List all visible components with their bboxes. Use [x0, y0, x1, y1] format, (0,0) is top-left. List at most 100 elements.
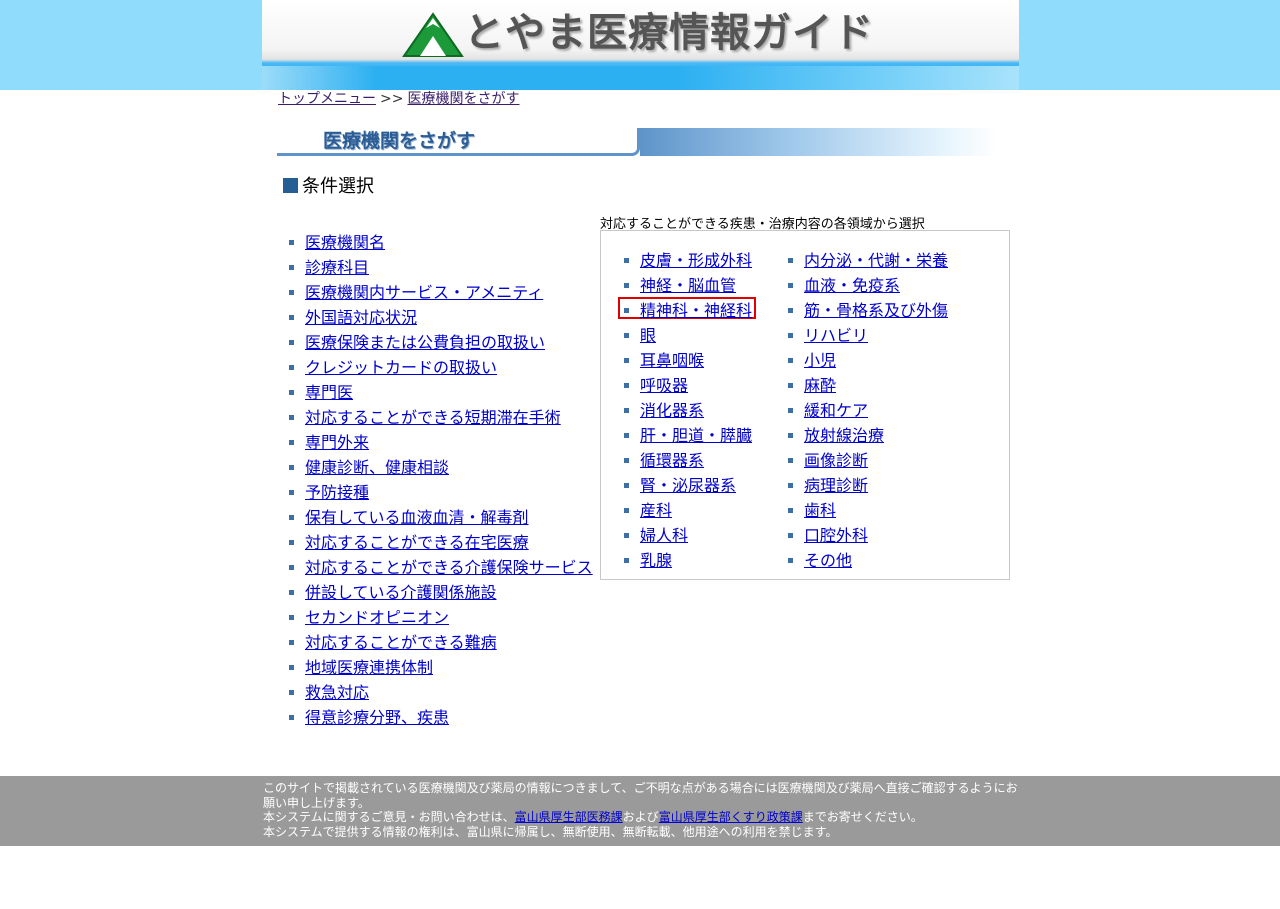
disease-field-link[interactable]: 血液・免疫系 — [804, 273, 900, 298]
disease-field-link[interactable]: 肝・胆道・膵臓 — [640, 423, 752, 448]
footer-contact-post: までお寄せください。 — [802, 810, 923, 824]
square-bullet-icon — [624, 308, 629, 313]
square-bullet-icon — [788, 483, 793, 488]
list-item: 医療保険または公費負担の取扱い — [289, 330, 593, 355]
list-item: 歯科 — [788, 498, 948, 523]
search-criteria-link[interactable]: 対応することができる難病 — [305, 630, 497, 655]
list-item: 小児 — [788, 348, 948, 373]
list-item: 対応することができる難病 — [289, 630, 593, 655]
breadcrumb-separator: >> — [380, 91, 404, 107]
square-bullet-icon — [289, 365, 294, 370]
disease-field-link[interactable]: 小児 — [804, 348, 836, 373]
search-criteria-link[interactable]: 健康診断、健康相談 — [305, 455, 449, 480]
header-banner: とやま医療情報ガイド — [262, 0, 1019, 90]
disease-field-link[interactable]: 麻酔 — [804, 373, 836, 398]
footer-text: このサイトで掲載されている医療機関及び薬局の情報につきまして、ご不明な点がある場… — [263, 781, 1023, 839]
square-bullet-icon — [788, 508, 793, 513]
search-criteria-link[interactable]: 対応することができる介護保険サービス — [305, 555, 593, 580]
disease-field-link[interactable]: 画像診断 — [804, 448, 868, 473]
list-item: 消化器系 — [624, 398, 752, 423]
footer-link-imuka[interactable]: 富山県厚生部医務課 — [515, 810, 623, 824]
list-item: 得意診療分野、疾患 — [289, 705, 593, 730]
breadcrumb-current-link[interactable]: 医療機関をさがす — [407, 91, 519, 107]
square-bullet-icon — [624, 508, 629, 513]
square-bullet-icon — [624, 383, 629, 388]
disease-field-link[interactable]: 婦人科 — [640, 523, 688, 548]
square-bullet-icon — [788, 358, 793, 363]
search-criteria-link[interactable]: 医療機関内サービス・アメニティ — [305, 280, 543, 305]
footer-contact-mid: および — [622, 810, 659, 824]
disease-field-link[interactable]: その他 — [804, 548, 852, 573]
disease-field-link[interactable]: 消化器系 — [640, 398, 704, 423]
search-criteria-link[interactable]: セカンドオピニオン — [305, 605, 449, 630]
search-criteria-link[interactable]: クレジットカードの取扱い — [305, 355, 497, 380]
square-bullet-icon — [788, 408, 793, 413]
disease-field-link[interactable]: 循環器系 — [640, 448, 704, 473]
list-item: 産科 — [624, 498, 752, 523]
search-criteria-link[interactable]: 救急対応 — [305, 680, 369, 705]
list-item: 耳鼻咽喉 — [624, 348, 752, 373]
square-bullet-icon — [624, 483, 629, 488]
breadcrumb-home-link[interactable]: トップメニュー — [278, 91, 376, 107]
disease-field-link[interactable]: 内分泌・代謝・栄養 — [804, 248, 948, 273]
list-item: 診療科目 — [289, 255, 593, 280]
search-criteria-link[interactable]: 医療保険または公費負担の取扱い — [305, 330, 545, 355]
footer-link-kusuri[interactable]: 富山県厚生部くすり政策課 — [659, 810, 803, 824]
search-criteria-link[interactable]: 地域医療連携体制 — [305, 655, 433, 680]
square-bullet-icon — [788, 383, 793, 388]
square-bullet-icon — [788, 308, 793, 313]
disease-field-link[interactable]: 緩和ケア — [804, 398, 868, 423]
square-bullet-icon — [788, 458, 793, 463]
search-criteria-link[interactable]: 医療機関名 — [305, 230, 385, 255]
search-criteria-link[interactable]: 対応することができる短期滞在手術 — [305, 405, 561, 430]
square-bullet-icon — [289, 665, 294, 670]
list-item: 乳腺 — [624, 548, 752, 573]
disease-field-link[interactable]: 腎・泌尿器系 — [640, 473, 736, 498]
disease-field-link[interactable]: 病理診断 — [804, 473, 868, 498]
search-criteria-link[interactable]: 専門医 — [305, 380, 353, 405]
search-criteria-link[interactable]: 保有している血液血清・解毒剤 — [305, 505, 529, 530]
disease-field-link[interactable]: 産科 — [640, 498, 672, 523]
disease-field-link[interactable]: 皮膚・形成外科 — [640, 248, 752, 273]
disease-field-link[interactable]: リハビリ — [804, 323, 868, 348]
list-item: 眼 — [624, 323, 752, 348]
disease-field-panel: 皮膚・形成外科 神経・脳血管 精神科・神経科眼耳鼻咽喉 呼吸器 消化器系 肝・胆道・膵臓循… — [600, 230, 1010, 580]
disease-field-link[interactable]: 呼吸器 — [640, 373, 688, 398]
list-item: 画像診断 — [788, 448, 948, 473]
square-bullet-icon — [788, 333, 793, 338]
banner-gradient — [640, 128, 997, 156]
search-criteria-link[interactable]: 対応することができる在宅医療 — [305, 530, 529, 555]
list-item: 精神科・神経科 — [624, 298, 752, 323]
disease-field-link[interactable]: 口腔外科 — [804, 523, 868, 548]
list-item: 血液・免疫系 — [788, 273, 948, 298]
square-bullet-icon — [624, 558, 629, 563]
disease-field-link[interactable]: 精神科・神経科 — [640, 298, 752, 323]
disease-field-link[interactable]: 筋・骨格系及び外傷 — [804, 298, 948, 323]
search-criteria-link[interactable]: 併設している介護関係施設 — [305, 580, 497, 605]
search-criteria-link[interactable]: 専門外来 — [305, 430, 369, 455]
disease-field-link[interactable]: 眼 — [640, 323, 656, 348]
disease-field-link[interactable]: 歯科 — [804, 498, 836, 523]
square-bullet-icon — [624, 433, 629, 438]
disease-field-link[interactable]: 神経・脳血管 — [640, 273, 736, 298]
list-item: 外国語対応状況 — [289, 305, 593, 330]
disease-field-link[interactable]: 放射線治療 — [804, 423, 884, 448]
disease-field-link[interactable]: 乳腺 — [640, 548, 672, 573]
search-criteria-link[interactable]: 診療科目 — [305, 255, 369, 280]
list-item: 医療機関名 — [289, 230, 593, 255]
square-bullet-icon — [624, 458, 629, 463]
search-criteria-link[interactable]: 予防接種 — [305, 480, 369, 505]
footer-rights: 本システムで提供する情報の権利は、富山県に帰属し、無断使用、無断転載、他用途への… — [263, 824, 838, 839]
square-bullet-icon — [289, 640, 294, 645]
list-item: 皮膚・形成外科 — [624, 248, 752, 273]
square-bullet-icon — [788, 558, 793, 563]
search-criteria-link[interactable]: 外国語対応状況 — [305, 305, 417, 330]
square-bullet-icon — [289, 540, 294, 545]
square-bullet-icon — [788, 283, 793, 288]
disease-field-link[interactable]: 耳鼻咽喉 — [640, 348, 704, 373]
search-criteria-link[interactable]: 得意診療分野、疾患 — [305, 705, 449, 730]
square-bullet-icon — [289, 265, 294, 270]
square-bullet-icon — [289, 590, 294, 595]
square-bullet-icon — [788, 258, 793, 263]
list-item: 専門外来 — [289, 430, 593, 455]
